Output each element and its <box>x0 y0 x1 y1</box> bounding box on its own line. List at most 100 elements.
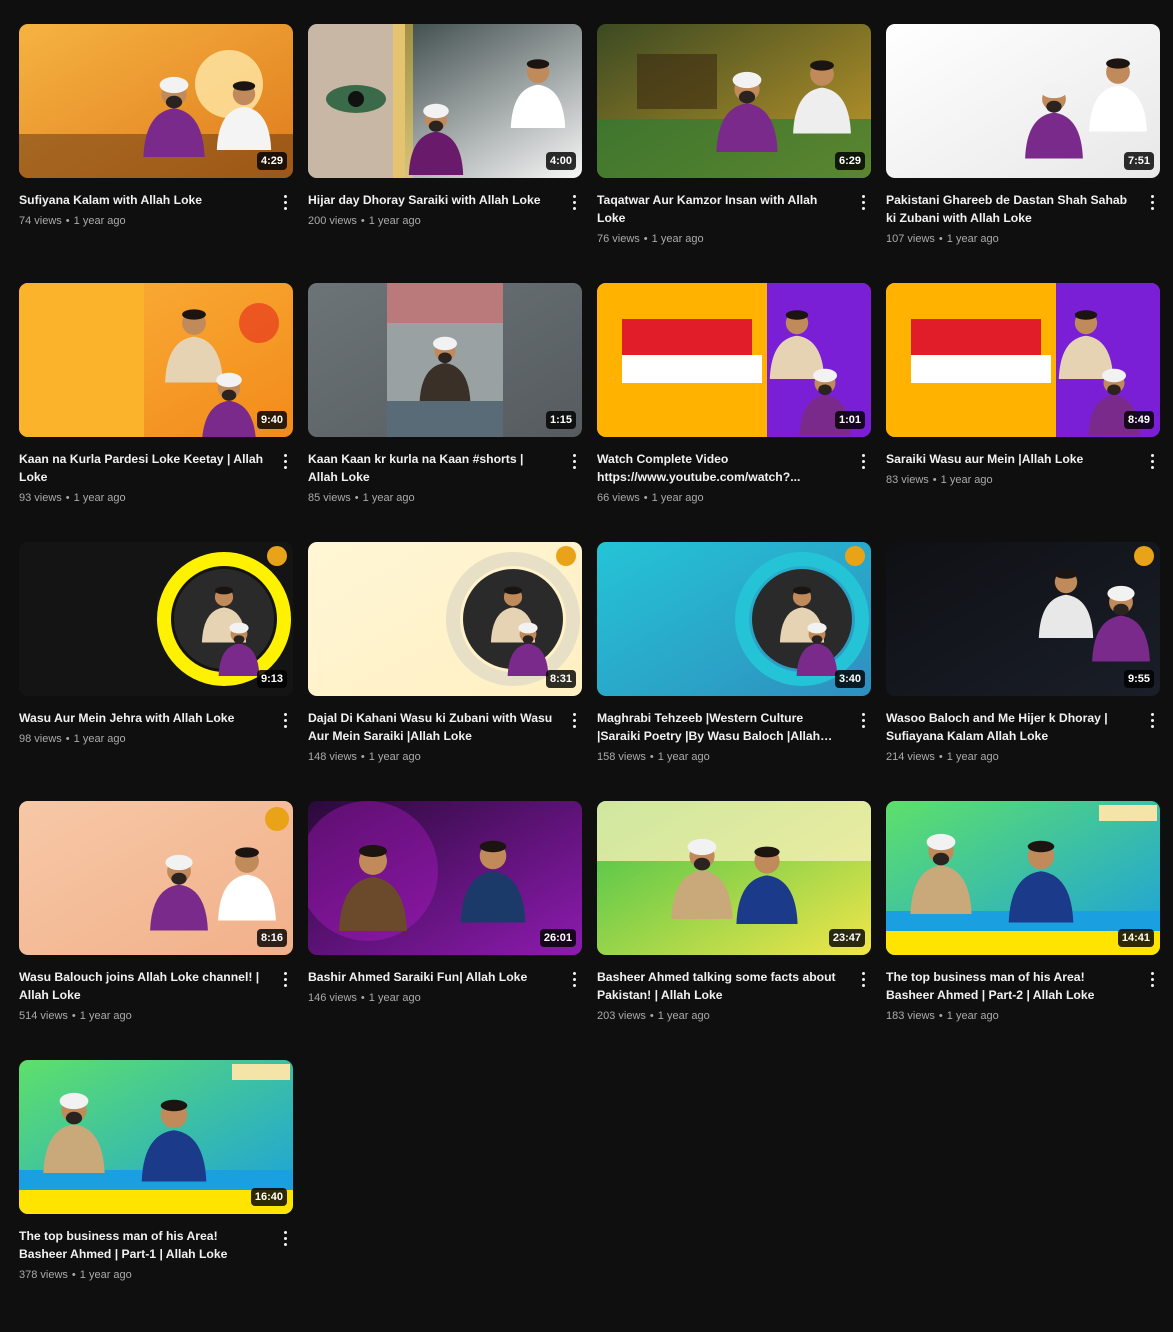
more-vert-icon[interactable] <box>1144 969 1160 989</box>
video-card[interactable]: 3:40 Maghrabi Tehzeeb |Western Culture |… <box>597 542 871 801</box>
separator-dot: • <box>360 751 365 763</box>
video-stats: 98 views • 1 year ago <box>19 730 265 748</box>
video-thumbnail[interactable]: 9:40 <box>19 283 293 437</box>
video-card[interactable]: 14:41 The top business man of his Area! … <box>886 801 1160 1060</box>
duration-badge: 14:41 <box>1117 929 1154 947</box>
video-title[interactable]: Wasu Balouch joins Allah Loke channel! |… <box>19 968 265 1004</box>
video-card[interactable]: 26:01 Bashir Ahmed Saraiki Fun| Allah Lo… <box>308 801 582 1060</box>
video-card[interactable]: 16:40 The top business man of his Area! … <box>19 1060 293 1319</box>
more-vert-icon[interactable] <box>566 969 582 989</box>
video-title[interactable]: Dajal Di Kahani Wasu ki Zubani with Wasu… <box>308 709 554 745</box>
duration-badge: 8:16 <box>256 929 287 947</box>
video-thumbnail[interactable]: 7:51 <box>886 24 1160 178</box>
video-card[interactable]: 1:01 Watch Complete Video https://www.yo… <box>597 283 871 542</box>
video-title[interactable]: Saraiki Wasu aur Mein |Allah Loke <box>886 450 1132 468</box>
upload-age: 1 year ago <box>657 751 710 763</box>
more-vert-icon[interactable] <box>855 451 871 471</box>
video-title[interactable]: Kaan Kaan kr kurla na Kaan #shorts | All… <box>308 450 554 486</box>
more-vert-icon[interactable] <box>277 192 293 212</box>
video-card[interactable]: 6:29 Taqatwar Aur Kamzor Insan with Alla… <box>597 24 871 283</box>
more-vert-icon[interactable] <box>566 710 582 730</box>
video-title[interactable]: Bashir Ahmed Saraiki Fun| Allah Loke <box>308 968 554 986</box>
video-thumbnail[interactable]: 1:01 <box>597 283 871 437</box>
video-title[interactable]: Wasoo Baloch and Me Hijer k Dhoray | Suf… <box>886 709 1132 745</box>
video-title[interactable]: Basheer Ahmed talking some facts about P… <box>597 968 843 1004</box>
video-card[interactable]: 8:49 Saraiki Wasu aur Mein |Allah Loke 8… <box>886 283 1160 542</box>
duration-badge: 1:15 <box>545 411 576 429</box>
video-card[interactable]: 4:00 Hijar day Dhoray Saraiki with Allah… <box>308 24 582 283</box>
video-title[interactable]: Kaan na Kurla Pardesi Loke Keetay | Alla… <box>19 450 265 486</box>
video-thumbnail[interactable]: 14:41 <box>886 801 1160 955</box>
more-vert-icon[interactable] <box>277 1228 293 1248</box>
video-stats: 76 views • 1 year ago <box>597 230 843 248</box>
separator-dot: • <box>65 733 70 745</box>
video-card[interactable]: 1:15 Kaan Kaan kr kurla na Kaan #shorts … <box>308 283 582 542</box>
video-meta: Watch Complete Video https://www.youtube… <box>597 437 871 507</box>
view-count: 93 views <box>19 492 62 504</box>
duration-badge: 1:01 <box>834 411 865 429</box>
video-thumbnail[interactable]: 1:15 <box>308 283 582 437</box>
more-vert-icon[interactable] <box>855 192 871 212</box>
video-card[interactable]: 9:55 Wasoo Baloch and Me Hijer k Dhoray … <box>886 542 1160 801</box>
video-meta: Wasu Aur Mein Jehra with Allah Loke 98 v… <box>19 696 293 748</box>
video-title[interactable]: Wasu Aur Mein Jehra with Allah Loke <box>19 709 265 727</box>
upload-age: 1 year ago <box>946 1010 999 1022</box>
upload-age: 1 year ago <box>651 233 704 245</box>
video-title[interactable]: Taqatwar Aur Kamzor Insan with Allah Lok… <box>597 191 843 227</box>
video-title[interactable]: Sufiyana Kalam with Allah Loke <box>19 191 265 209</box>
video-card[interactable]: 23:47 Basheer Ahmed talking some facts a… <box>597 801 871 1060</box>
video-title[interactable]: The top business man of his Area! Bashee… <box>19 1227 265 1263</box>
video-thumbnail[interactable]: 4:00 <box>308 24 582 178</box>
video-title[interactable]: Hijar day Dhoray Saraiki with Allah Loke <box>308 191 554 209</box>
video-stats: 93 views • 1 year ago <box>19 489 265 507</box>
more-vert-icon[interactable] <box>855 969 871 989</box>
video-card[interactable]: 4:29 Sufiyana Kalam with Allah Loke 74 v… <box>19 24 293 283</box>
video-stats: 85 views • 1 year ago <box>308 489 554 507</box>
duration-badge: 7:51 <box>1123 152 1154 170</box>
video-card[interactable]: 8:16 Wasu Balouch joins Allah Loke chann… <box>19 801 293 1060</box>
view-count: 514 views <box>19 1010 68 1022</box>
video-meta: Wasoo Baloch and Me Hijer k Dhoray | Suf… <box>886 696 1160 766</box>
view-count: 214 views <box>886 751 935 763</box>
video-title[interactable]: Pakistani Ghareeb de Dastan Shah Sahab k… <box>886 191 1132 227</box>
more-vert-icon[interactable] <box>566 192 582 212</box>
video-thumbnail[interactable]: 8:31 <box>308 542 582 696</box>
video-meta: The top business man of his Area! Bashee… <box>886 955 1160 1025</box>
video-title[interactable]: Maghrabi Tehzeeb |Western Culture |Sarai… <box>597 709 843 745</box>
separator-dot: • <box>938 1010 943 1022</box>
video-thumbnail[interactable]: 23:47 <box>597 801 871 955</box>
more-vert-icon[interactable] <box>566 451 582 471</box>
video-thumbnail[interactable]: 26:01 <box>308 801 582 955</box>
video-stats: 148 views • 1 year ago <box>308 748 554 766</box>
upload-age: 1 year ago <box>362 492 415 504</box>
video-thumbnail[interactable]: 9:55 <box>886 542 1160 696</box>
video-card[interactable]: 8:31 Dajal Di Kahani Wasu ki Zubani with… <box>308 542 582 801</box>
more-vert-icon[interactable] <box>277 451 293 471</box>
video-meta: The top business man of his Area! Bashee… <box>19 1214 293 1284</box>
video-thumbnail[interactable]: 16:40 <box>19 1060 293 1214</box>
video-thumbnail[interactable]: 4:29 <box>19 24 293 178</box>
video-card[interactable]: 9:40 Kaan na Kurla Pardesi Loke Keetay |… <box>19 283 293 542</box>
more-vert-icon[interactable] <box>277 969 293 989</box>
separator-dot: • <box>649 1010 654 1022</box>
view-count: 66 views <box>597 492 640 504</box>
video-thumbnail[interactable]: 6:29 <box>597 24 871 178</box>
duration-badge: 23:47 <box>828 929 865 947</box>
more-vert-icon[interactable] <box>1144 451 1160 471</box>
video-stats: 183 views • 1 year ago <box>886 1007 1132 1025</box>
video-thumbnail[interactable]: 8:49 <box>886 283 1160 437</box>
more-vert-icon[interactable] <box>1144 710 1160 730</box>
more-vert-icon[interactable] <box>855 710 871 730</box>
video-stats: 378 views • 1 year ago <box>19 1266 265 1284</box>
more-vert-icon[interactable] <box>277 710 293 730</box>
video-title[interactable]: The top business man of his Area! Bashee… <box>886 968 1132 1004</box>
video-thumbnail[interactable]: 8:16 <box>19 801 293 955</box>
video-thumbnail[interactable]: 3:40 <box>597 542 871 696</box>
video-card[interactable]: 9:13 Wasu Aur Mein Jehra with Allah Loke… <box>19 542 293 801</box>
video-thumbnail[interactable]: 9:13 <box>19 542 293 696</box>
more-vert-icon[interactable] <box>1144 192 1160 212</box>
video-card[interactable]: 7:51 Pakistani Ghareeb de Dastan Shah Sa… <box>886 24 1160 283</box>
view-count: 76 views <box>597 233 640 245</box>
video-meta: Basheer Ahmed talking some facts about P… <box>597 955 871 1025</box>
video-title[interactable]: Watch Complete Video https://www.youtube… <box>597 450 843 486</box>
